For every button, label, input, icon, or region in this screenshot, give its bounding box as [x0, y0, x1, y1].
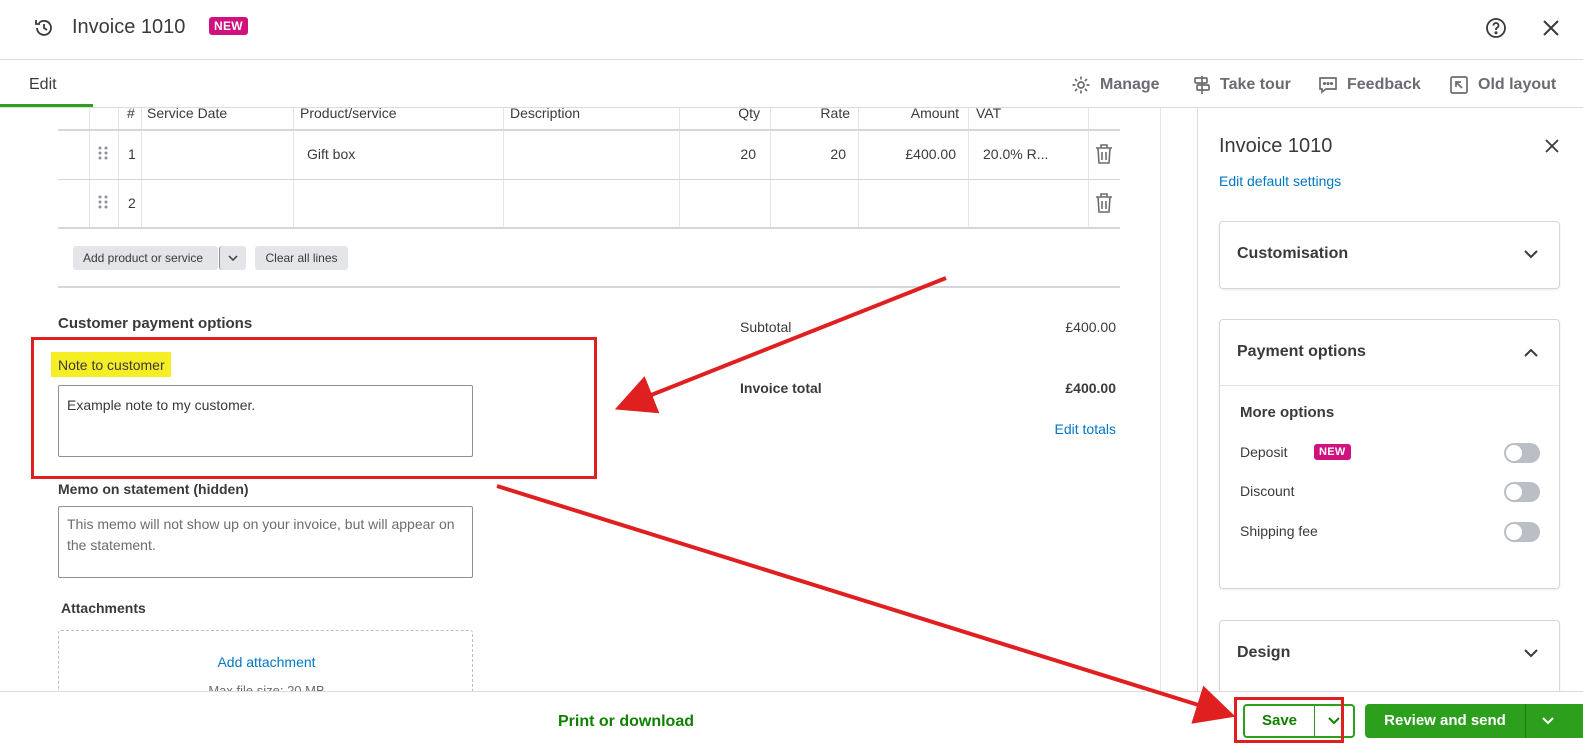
annotation-arrows [496, 276, 1236, 724]
annotation-arrow [614, 276, 947, 414]
annotation-arrow [496, 484, 1236, 724]
